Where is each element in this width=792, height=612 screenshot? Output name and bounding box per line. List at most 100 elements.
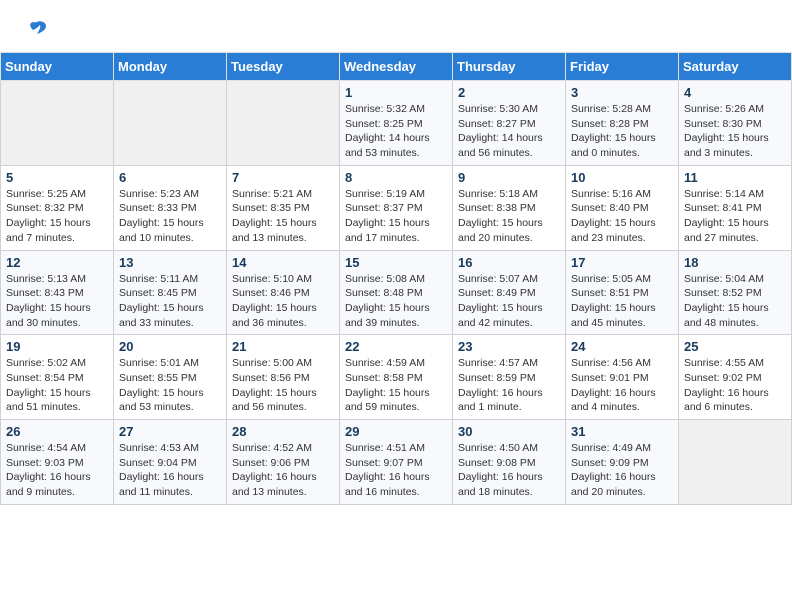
day-info: Sunrise: 4:50 AM Sunset: 9:08 PM Dayligh… <box>458 441 560 500</box>
day-number: 25 <box>684 339 786 354</box>
day-number: 11 <box>684 170 786 185</box>
calendar-cell: 3 Sunrise: 5:28 AM Sunset: 8:28 PM Daylig… <box>566 81 679 166</box>
day-number: 22 <box>345 339 447 354</box>
calendar-cell: 8 Sunrise: 5:19 AM Sunset: 8:37 PM Daylig… <box>340 165 453 250</box>
calendar-cell: 7 Sunrise: 5:21 AM Sunset: 8:35 PM Daylig… <box>227 165 340 250</box>
calendar-cell: 25 Sunrise: 4:55 AM Sunset: 9:02 PM Dayli… <box>679 335 792 420</box>
calendar-cell: 31Sunrise: 4:49 AM Sunset: 9:09 PM Dayli… <box>566 420 679 505</box>
calendar-cell: 18Sunrise: 5:04 AM Sunset: 8:52 PM Dayli… <box>679 250 792 335</box>
weekday-header-row: SundayMondayTuesdayWednesdayThursdayFrid… <box>1 53 792 81</box>
calendar-cell: 17 Sunrise: 5:05 AM Sunset: 8:51 PM Dayli… <box>566 250 679 335</box>
day-number: 10 <box>571 170 673 185</box>
calendar-cell: 24 Sunrise: 4:56 AM Sunset: 9:01 PM Dayli… <box>566 335 679 420</box>
calendar-cell: 15 Sunrise: 5:08 AM Sunset: 8:48 PM Dayli… <box>340 250 453 335</box>
calendar-cell: 19Sunrise: 5:02 AM Sunset: 8:54 PM Dayli… <box>1 335 114 420</box>
day-info: Sunrise: 5:25 AM Sunset: 8:32 PM Dayligh… <box>6 187 108 246</box>
day-info: Sunrise: 5:07 AM Sunset: 8:49 PM Dayligh… <box>458 272 560 331</box>
day-number: 17 <box>571 255 673 270</box>
weekday-header-thursday: Thursday <box>453 53 566 81</box>
calendar-table: SundayMondayTuesdayWednesdayThursdayFrid… <box>0 52 792 505</box>
calendar-cell: 5 Sunrise: 5:25 AM Sunset: 8:32 PM Daylig… <box>1 165 114 250</box>
logo-bird-icon <box>26 18 48 40</box>
day-number: 2 <box>458 85 560 100</box>
day-number: 21 <box>232 339 334 354</box>
calendar-cell: 27 Sunrise: 4:53 AM Sunset: 9:04 PM Dayli… <box>114 420 227 505</box>
calendar-cell <box>114 81 227 166</box>
day-info: Sunrise: 5:18 AM Sunset: 8:38 PM Dayligh… <box>458 187 560 246</box>
day-number: 8 <box>345 170 447 185</box>
day-info: Sunrise: 5:01 AM Sunset: 8:55 PM Dayligh… <box>119 356 221 415</box>
calendar-cell: 13 Sunrise: 5:11 AM Sunset: 8:45 PM Dayli… <box>114 250 227 335</box>
calendar-week-row: 5 Sunrise: 5:25 AM Sunset: 8:32 PM Daylig… <box>1 165 792 250</box>
day-number: 30 <box>458 424 560 439</box>
calendar-cell: 14 Sunrise: 5:10 AM Sunset: 8:46 PM Dayli… <box>227 250 340 335</box>
calendar-cell: 1 Sunrise: 5:32 AM Sunset: 8:25 PM Daylig… <box>340 81 453 166</box>
day-info: Sunrise: 4:59 AM Sunset: 8:58 PM Dayligh… <box>345 356 447 415</box>
calendar-cell: 29 Sunrise: 4:51 AM Sunset: 9:07 PM Dayli… <box>340 420 453 505</box>
day-info: Sunrise: 5:11 AM Sunset: 8:45 PM Dayligh… <box>119 272 221 331</box>
day-info: Sunrise: 5:19 AM Sunset: 8:37 PM Dayligh… <box>345 187 447 246</box>
day-info: Sunrise: 5:28 AM Sunset: 8:28 PM Dayligh… <box>571 102 673 161</box>
calendar-cell: 4Sunrise: 5:26 AM Sunset: 8:30 PM Daylig… <box>679 81 792 166</box>
calendar-week-row: 1 Sunrise: 5:32 AM Sunset: 8:25 PM Daylig… <box>1 81 792 166</box>
day-number: 9 <box>458 170 560 185</box>
day-info: Sunrise: 5:21 AM Sunset: 8:35 PM Dayligh… <box>232 187 334 246</box>
day-number: 31 <box>571 424 673 439</box>
day-info: Sunrise: 5:26 AM Sunset: 8:30 PM Dayligh… <box>684 102 786 161</box>
calendar-week-row: 26 Sunrise: 4:54 AM Sunset: 9:03 PM Dayli… <box>1 420 792 505</box>
day-info: Sunrise: 4:56 AM Sunset: 9:01 PM Dayligh… <box>571 356 673 415</box>
day-number: 26 <box>6 424 108 439</box>
page-header <box>0 0 792 48</box>
day-number: 1 <box>345 85 447 100</box>
weekday-header-sunday: Sunday <box>1 53 114 81</box>
weekday-header-saturday: Saturday <box>679 53 792 81</box>
calendar-cell: 22 Sunrise: 4:59 AM Sunset: 8:58 PM Dayli… <box>340 335 453 420</box>
calendar-cell: 20 Sunrise: 5:01 AM Sunset: 8:55 PM Dayli… <box>114 335 227 420</box>
day-number: 6 <box>119 170 221 185</box>
day-number: 27 <box>119 424 221 439</box>
weekday-header-wednesday: Wednesday <box>340 53 453 81</box>
day-info: Sunrise: 5:00 AM Sunset: 8:56 PM Dayligh… <box>232 356 334 415</box>
day-number: 29 <box>345 424 447 439</box>
day-info: Sunrise: 5:30 AM Sunset: 8:27 PM Dayligh… <box>458 102 560 161</box>
day-number: 3 <box>571 85 673 100</box>
day-info: Sunrise: 4:54 AM Sunset: 9:03 PM Dayligh… <box>6 441 108 500</box>
day-info: Sunrise: 5:04 AM Sunset: 8:52 PM Dayligh… <box>684 272 786 331</box>
day-info: Sunrise: 5:32 AM Sunset: 8:25 PM Dayligh… <box>345 102 447 161</box>
logo <box>24 18 48 40</box>
weekday-header-monday: Monday <box>114 53 227 81</box>
day-number: 13 <box>119 255 221 270</box>
calendar-cell: 16 Sunrise: 5:07 AM Sunset: 8:49 PM Dayli… <box>453 250 566 335</box>
day-number: 20 <box>119 339 221 354</box>
day-info: Sunrise: 4:55 AM Sunset: 9:02 PM Dayligh… <box>684 356 786 415</box>
day-info: Sunrise: 5:13 AM Sunset: 8:43 PM Dayligh… <box>6 272 108 331</box>
day-info: Sunrise: 5:08 AM Sunset: 8:48 PM Dayligh… <box>345 272 447 331</box>
calendar-cell: 9 Sunrise: 5:18 AM Sunset: 8:38 PM Daylig… <box>453 165 566 250</box>
day-info: Sunrise: 4:57 AM Sunset: 8:59 PM Dayligh… <box>458 356 560 415</box>
day-number: 14 <box>232 255 334 270</box>
day-number: 12 <box>6 255 108 270</box>
day-info: Sunrise: 4:52 AM Sunset: 9:06 PM Dayligh… <box>232 441 334 500</box>
day-info: Sunrise: 5:10 AM Sunset: 8:46 PM Dayligh… <box>232 272 334 331</box>
calendar-cell: 26 Sunrise: 4:54 AM Sunset: 9:03 PM Dayli… <box>1 420 114 505</box>
day-number: 16 <box>458 255 560 270</box>
day-info: Sunrise: 5:16 AM Sunset: 8:40 PM Dayligh… <box>571 187 673 246</box>
day-info: Sunrise: 4:51 AM Sunset: 9:07 PM Dayligh… <box>345 441 447 500</box>
day-number: 5 <box>6 170 108 185</box>
calendar-cell: 30 Sunrise: 4:50 AM Sunset: 9:08 PM Dayli… <box>453 420 566 505</box>
weekday-header-friday: Friday <box>566 53 679 81</box>
day-number: 7 <box>232 170 334 185</box>
calendar-cell: 23Sunrise: 4:57 AM Sunset: 8:59 PM Dayli… <box>453 335 566 420</box>
calendar-cell <box>227 81 340 166</box>
day-number: 24 <box>571 339 673 354</box>
calendar-week-row: 12 Sunrise: 5:13 AM Sunset: 8:43 PM Dayli… <box>1 250 792 335</box>
calendar-cell: 28 Sunrise: 4:52 AM Sunset: 9:06 PM Dayli… <box>227 420 340 505</box>
day-info: Sunrise: 5:02 AM Sunset: 8:54 PM Dayligh… <box>6 356 108 415</box>
day-info: Sunrise: 4:53 AM Sunset: 9:04 PM Dayligh… <box>119 441 221 500</box>
calendar-cell: 2 Sunrise: 5:30 AM Sunset: 8:27 PM Daylig… <box>453 81 566 166</box>
calendar-cell <box>679 420 792 505</box>
calendar-cell: 10 Sunrise: 5:16 AM Sunset: 8:40 PM Dayli… <box>566 165 679 250</box>
day-number: 15 <box>345 255 447 270</box>
day-info: Sunrise: 5:05 AM Sunset: 8:51 PM Dayligh… <box>571 272 673 331</box>
day-number: 28 <box>232 424 334 439</box>
